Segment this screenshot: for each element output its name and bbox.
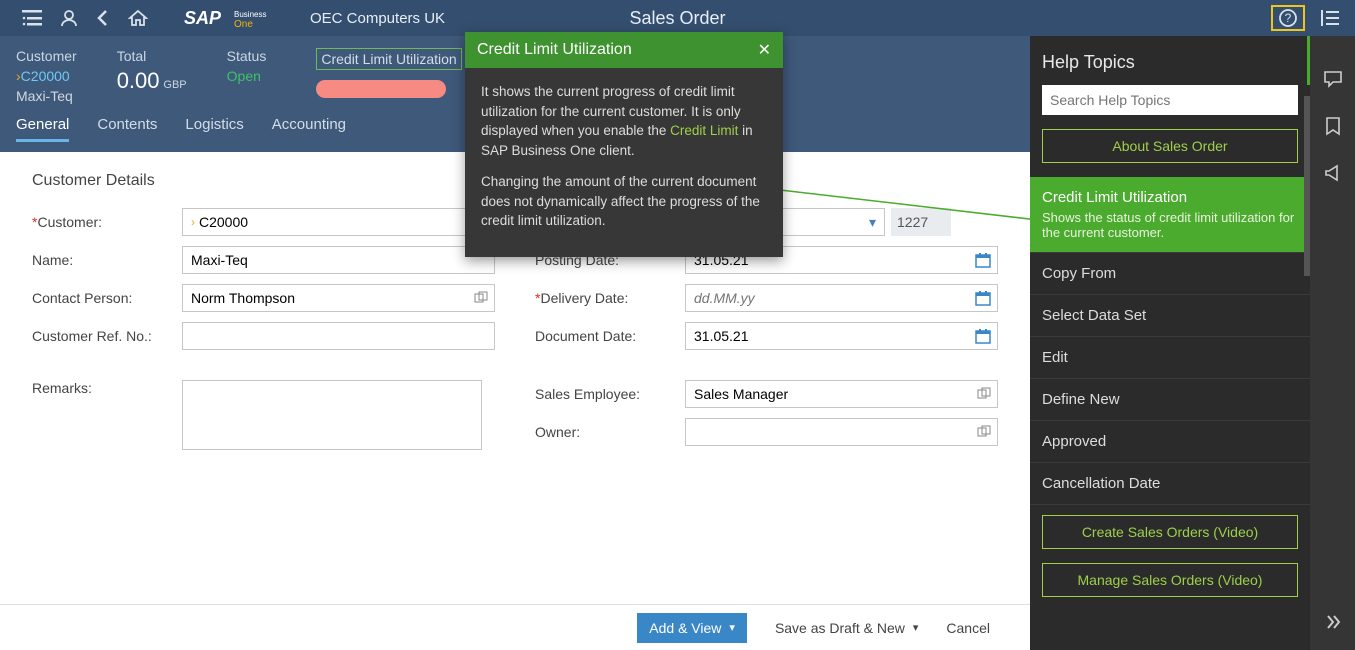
input-customer[interactable]: ›: [182, 208, 495, 236]
sap-logo: SAP Business One: [184, 7, 280, 29]
help-topic-copy-from[interactable]: Copy From: [1030, 253, 1310, 295]
help-topic-credit-limit[interactable]: Credit Limit Utilization Shows the statu…: [1030, 177, 1310, 253]
input-owner[interactable]: [685, 418, 998, 446]
video-create-orders-button[interactable]: Create Sales Orders (Video): [1042, 515, 1298, 549]
svg-text:?: ?: [1285, 11, 1292, 25]
open-dialog-icon[interactable]: [977, 425, 991, 439]
chevron-down-icon[interactable]: ▾: [913, 621, 919, 634]
panel-collapse-icon[interactable]: [1321, 10, 1339, 26]
credit-limit-label[interactable]: Credit Limit Utilization: [316, 48, 461, 70]
help-topic-edit[interactable]: Edit: [1030, 337, 1310, 379]
input-ref[interactable]: [182, 322, 495, 350]
label-contact: Contact Person:: [32, 290, 182, 306]
help-topic-cancellation-date[interactable]: Cancellation Date: [1030, 463, 1310, 505]
help-topic-select-data-set[interactable]: Select Data Set: [1030, 295, 1310, 337]
credit-limit-link[interactable]: Credit Limit: [670, 123, 738, 138]
label-remarks: Remarks:: [32, 380, 182, 396]
link-arrow-icon[interactable]: ›: [191, 215, 195, 229]
summary-customer-label: Customer: [16, 48, 77, 64]
input-contact[interactable]: [182, 284, 495, 312]
help-title: Help Topics: [1030, 36, 1310, 85]
label-salesemp: Sales Employee:: [535, 386, 685, 402]
expand-icon[interactable]: [1324, 614, 1342, 630]
input-delivery-date[interactable]: [685, 284, 998, 312]
credit-limit-bar: [316, 80, 446, 98]
save-draft-button[interactable]: Save as Draft & New▾: [775, 620, 918, 636]
summary-status-value: Open: [227, 68, 267, 84]
company-name: OEC Computers UK: [310, 10, 445, 27]
calendar-icon[interactable]: [975, 328, 991, 344]
open-dialog-icon[interactable]: [474, 291, 488, 305]
input-document-date[interactable]: [685, 322, 998, 350]
open-dialog-icon[interactable]: [977, 387, 991, 401]
customer-details-title: Customer Details: [32, 172, 495, 190]
help-panel: Help Topics About Sales Order Credit Lim…: [1030, 36, 1310, 650]
summary-status-label: Status: [227, 48, 267, 64]
label-ref: Customer Ref. No.:: [32, 328, 182, 344]
input-name[interactable]: [182, 246, 495, 274]
label-docdate: Document Date:: [535, 328, 685, 344]
credit-limit-tooltip: Credit Limit Utilization ✕ It shows the …: [465, 32, 783, 257]
tab-general[interactable]: General: [16, 116, 69, 142]
close-icon[interactable]: ✕: [758, 40, 771, 60]
cancel-button[interactable]: Cancel: [946, 620, 990, 636]
summary-total-label: Total: [117, 48, 187, 64]
calendar-icon[interactable]: [975, 290, 991, 306]
tab-accounting[interactable]: Accounting: [272, 116, 346, 142]
bookmark-icon[interactable]: [1324, 116, 1342, 136]
tab-contents[interactable]: Contents: [97, 116, 157, 142]
comment-icon[interactable]: [1323, 70, 1343, 88]
add-view-button[interactable]: Add & View▾: [637, 613, 747, 643]
series-number: 1227: [891, 208, 951, 236]
svg-text:Business: Business: [234, 10, 266, 19]
home-icon[interactable]: [128, 9, 148, 27]
top-bar: SAP Business One OEC Computers UK Sales …: [0, 0, 1355, 36]
help-search[interactable]: [1042, 85, 1298, 115]
calendar-icon[interactable]: [975, 252, 991, 268]
announce-icon[interactable]: [1323, 164, 1343, 182]
right-rail: [1310, 36, 1355, 650]
user-icon[interactable]: [60, 9, 78, 27]
help-topic-approved[interactable]: Approved: [1030, 421, 1310, 463]
label-name: Name:: [32, 252, 182, 268]
tab-logistics[interactable]: Logistics: [185, 116, 243, 142]
about-sales-order-button[interactable]: About Sales Order: [1042, 129, 1298, 163]
svg-text:SAP: SAP: [184, 8, 222, 28]
label-owner: Owner:: [535, 424, 685, 440]
help-topic-define-new[interactable]: Define New: [1030, 379, 1310, 421]
label-customer: Customer:: [32, 214, 182, 230]
summary-customer-code[interactable]: C20000: [16, 68, 77, 84]
chevron-down-icon: ▾: [869, 214, 876, 231]
input-salesemp[interactable]: [685, 380, 998, 408]
chevron-down-icon[interactable]: ▾: [729, 621, 735, 634]
summary-customer-name: Maxi-Teq: [16, 88, 77, 104]
summary-total-currency: GBP: [163, 79, 186, 91]
help-icon[interactable]: ?: [1271, 5, 1305, 31]
label-delivery: Delivery Date:: [535, 290, 685, 306]
summary-total-value: 0.00: [117, 68, 160, 93]
svg-text:One: One: [234, 19, 253, 29]
tooltip-title: Credit Limit Utilization: [477, 41, 632, 59]
footer-bar: Add & View▾ Save as Draft & New▾ Cancel: [0, 604, 1030, 650]
back-icon[interactable]: [96, 9, 110, 27]
input-remarks[interactable]: [182, 380, 482, 450]
video-manage-orders-button[interactable]: Manage Sales Orders (Video): [1042, 563, 1298, 597]
page-title: Sales Order: [629, 8, 725, 29]
menu-icon[interactable]: [22, 10, 42, 26]
